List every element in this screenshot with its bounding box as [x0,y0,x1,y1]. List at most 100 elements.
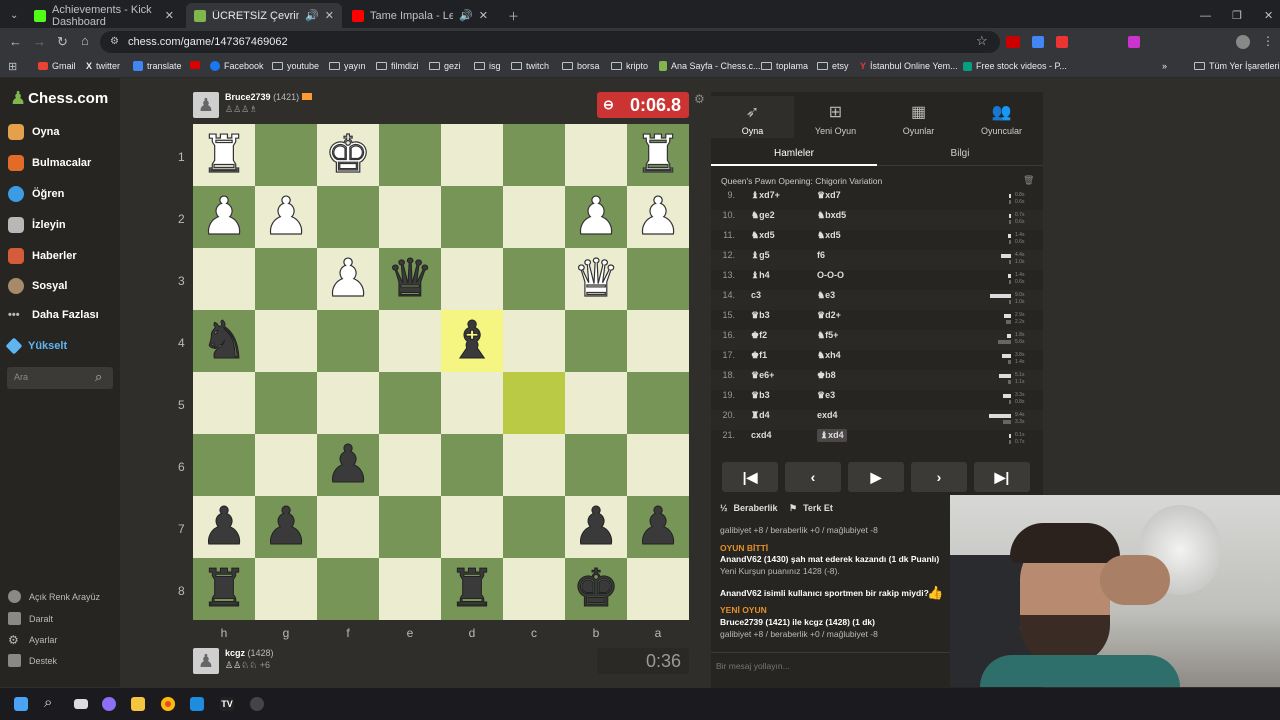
white-pawn-piece[interactable]: ♟ [262,190,310,243]
sidebar-item-settings[interactable]: ⚙ Ayarlar [8,633,57,647]
black-pawn-piece[interactable]: ♟ [634,501,682,554]
move-row[interactable]: 12. ♝g5 f6 4.4s 1.0s [711,250,1043,270]
home-icon[interactable]: ⌂ [81,33,89,48]
black-move[interactable]: ♝xd4 [817,429,847,442]
white-rook-piece[interactable]: ♜ [634,128,682,181]
white-move[interactable]: ♜d4 [751,410,770,421]
board-square[interactable] [441,434,503,496]
white-move[interactable]: ♛b3 [751,390,770,401]
extension-icon[interactable] [1032,36,1044,48]
tab-search-button[interactable]: ⌄ [2,3,24,28]
forward-icon[interactable]: → [33,34,46,49]
black-move[interactable]: exd4 [817,410,838,420]
board-square[interactable] [565,434,627,496]
window-close-icon[interactable]: ✕ [1256,3,1280,28]
black-move[interactable]: ♞f5+ [817,330,838,341]
board-square[interactable]: ♟ [565,496,627,558]
menu-icon[interactable]: ⋮ [1262,34,1274,48]
bookmark-folder[interactable]: etsy [817,61,849,71]
move-row[interactable]: 16. ♚f2 ♞f5+ 1.8s 5.6s [711,330,1043,350]
bookmark-folder[interactable]: borsa [562,61,600,71]
move-row[interactable]: 9. ♝xd7+ ♛xd7 0.8s 0.6s [711,190,1043,210]
white-move[interactable]: ♞xd5 [751,230,775,241]
board-square[interactable]: ♟ [255,496,317,558]
board-square[interactable] [193,372,255,434]
bookmark-item[interactable]: Facebook [210,61,264,71]
black-king-piece[interactable]: ♚ [572,563,620,616]
board-square[interactable] [317,310,379,372]
app-icon[interactable] [190,697,204,711]
avatar[interactable]: ♟ [193,648,219,674]
board-square[interactable]: ♟ [627,496,689,558]
white-move[interactable]: c3 [751,290,761,300]
sidebar-item-learn[interactable]: Öğren [8,186,64,202]
board-square[interactable]: ♚ [317,124,379,186]
move-row[interactable]: 15. ♛b3 ♛d2+ 2.9s 2.2s [711,310,1043,330]
extension-icon[interactable] [1056,36,1068,48]
tab-moves[interactable]: Hamleler [711,142,877,166]
board-square[interactable] [627,372,689,434]
thumbs-up-icon[interactable]: 👍 [927,585,943,601]
move-row[interactable]: 20. ♜d4 exd4 9.4s 3.3s [711,410,1043,430]
gear-icon[interactable]: ⚙ [694,92,705,106]
white-queen-piece[interactable]: ♛ [572,252,620,305]
tab-chess[interactable]: ÜCRETSİZ Çevrimiçi Satranç 🔊 ✕ [186,3,342,28]
bookmark-folder[interactable]: gezi [429,61,461,71]
board-square[interactable] [503,186,565,248]
board-square[interactable] [317,372,379,434]
board-square[interactable] [627,558,689,620]
url-input[interactable]: ⚙ chess.com/game/147367469062 [100,31,1000,53]
board-square[interactable] [317,558,379,620]
board-square[interactable] [441,248,503,310]
board-square[interactable]: ♜ [627,124,689,186]
board-square[interactable] [503,372,565,434]
profile-avatar[interactable] [1236,35,1250,49]
white-pawn-piece[interactable]: ♟ [634,190,682,243]
bookmark-item[interactable]: Xtwitter [86,61,120,71]
search-input[interactable]: Ara ⌕ [7,367,113,389]
board-square[interactable]: ♟ [317,434,379,496]
move-row[interactable]: 17. ♚f1 ♞xh4 3.8s 1.4s [711,350,1043,370]
sidebar-item-watch[interactable]: İzleyin [8,217,66,233]
black-pawn-piece[interactable]: ♟ [572,501,620,554]
bookmark-folder[interactable]: isg [474,61,501,71]
black-move[interactable]: ♚b8 [817,370,836,381]
minimize-icon[interactable]: — [1192,3,1219,28]
sidebar-item-collapse[interactable]: Daralt [8,612,53,625]
search-icon[interactable]: ⌕ [44,694,52,711]
board-square[interactable] [627,248,689,310]
chrome-icon[interactable] [161,697,175,711]
new-tab-button[interactable]: ＋ [500,3,527,28]
bookmark-folder[interactable]: yayın [329,61,366,71]
draw-button[interactable]: ½ Beraberlik [720,503,778,513]
obs-icon[interactable] [250,697,264,711]
next-move-icon[interactable]: › [911,462,967,492]
extension-icon[interactable] [1006,36,1020,48]
sidebar-item-support[interactable]: Destek [8,654,57,667]
board-square[interactable]: ♚ [565,558,627,620]
move-row[interactable]: 11. ♞xd5 ♞xd5 1.4s 0.6s [711,230,1043,250]
white-pawn-piece[interactable]: ♟ [572,190,620,243]
black-move[interactable]: ♞xd5 [817,230,841,241]
board-square[interactable] [255,248,317,310]
white-pawn-piece[interactable]: ♟ [324,252,372,305]
resign-button[interactable]: ⚑ Terk Et [789,503,833,514]
chess-board[interactable]: ♜ ♚ ♜ ♟ ♟ ♟ ♟ ♟ ♛ ♛ ♞ ♝ ♟ ♟ ♟ ♟ ♟ ♜ ♜ ♚ [193,124,689,620]
black-pawn-piece[interactable]: ♟ [200,501,248,554]
play-icon[interactable]: ▶ [848,462,904,492]
move-row[interactable]: 19. ♛b3 ♛e3 3.3s 0.8s [711,390,1043,410]
board-square[interactable] [255,372,317,434]
black-pawn-piece[interactable]: ♟ [324,439,372,492]
sidebar-item-puzzles[interactable]: Bulmacalar [8,155,91,171]
board-square[interactable]: ♟ [317,248,379,310]
move-row[interactable]: 18. ♛e6+ ♚b8 5.1s 1.1s [711,370,1043,390]
bookmark-folder[interactable]: kripto [611,61,648,71]
board-square[interactable]: ♛ [565,248,627,310]
close-icon[interactable]: ✕ [325,9,334,22]
white-king-piece[interactable]: ♚ [324,128,372,181]
white-move[interactable]: cxd4 [751,430,772,440]
board-square[interactable] [193,248,255,310]
black-move[interactable]: O-O-O [817,270,844,280]
board-square[interactable] [627,310,689,372]
board-square[interactable]: ♝ [441,310,503,372]
